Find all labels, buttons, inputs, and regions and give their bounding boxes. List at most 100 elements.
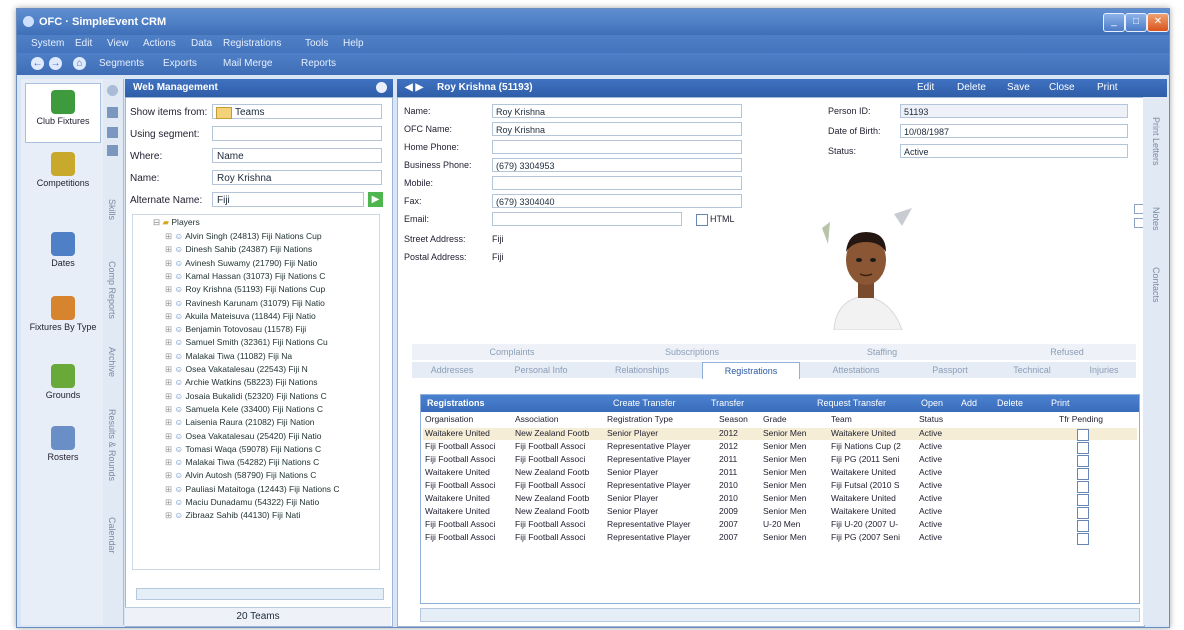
home-icon[interactable]: ⌂ [73,57,86,70]
tab-technical[interactable]: Technical [992,362,1072,378]
list-icon[interactable] [107,127,118,138]
nav-competitions[interactable]: Competitions [25,145,101,205]
close-button[interactable]: ✕ [1147,13,1169,32]
transfer-pending-checkbox[interactable] [1077,455,1089,467]
tree-item[interactable]: ⊞ ☺ Pauliasi Mataitoga (12443) Fiji Nati… [165,484,340,497]
tree-item[interactable]: ⊞ ☺ Malakai Tiwa (11082) Fiji Na [165,351,292,364]
tab-refused[interactable]: Refused [1012,344,1122,360]
tab-complaints[interactable]: Complaints [452,344,572,360]
tree-item[interactable]: ⊞ ☺ Alvin Singh (24813) Fiji Nations Cup [165,231,322,244]
tree-item[interactable]: ⊞ ☺ Kamal Hassan (31073) Fiji Nations C [165,271,325,284]
mobile-field[interactable] [492,176,742,190]
tab-skills[interactable]: Skills [107,199,117,220]
menu-registrations[interactable]: Registrations [223,38,281,49]
show-items-select[interactable]: Teams [212,104,382,119]
tab-calendar[interactable]: Calendar [107,517,117,554]
status-select[interactable]: Active [900,144,1128,158]
transfer-pending-checkbox[interactable] [1077,507,1089,519]
tab-archive[interactable]: Archive [107,347,117,377]
tree-root[interactable]: ⊟ ▰ Players [153,217,200,230]
tab-comp-reports[interactable]: Comp Reports [107,261,117,319]
where-select[interactable]: Name [212,148,382,163]
menu-data[interactable]: Data [191,38,212,49]
fax-field[interactable]: (679) 3304040 [492,194,742,208]
tab-contacts[interactable]: Contacts [1151,267,1161,303]
tree-item[interactable]: ⊞ ☺ Akuila Mateisuva (11844) Fiji Natio [165,311,316,324]
request-transfer-button[interactable]: Request Transfer [817,398,886,408]
ofc-name-field[interactable]: Roy Krishna [492,122,742,136]
transfer-pending-checkbox[interactable] [1077,429,1089,441]
tree-item[interactable]: ⊞ ☺ Avinesh Suwamy (21790) Fiji Natio [165,258,317,271]
tree-item[interactable]: ⊞ ☺ Malakai Tiwa (54282) Fiji Nations C [165,457,319,470]
tab-results-rounds[interactable]: Results & Rounds [107,409,117,481]
column-header[interactable]: Association [515,414,605,427]
close-person-button[interactable]: Close [1049,82,1075,93]
delete-button[interactable]: Delete [957,82,986,93]
tab-personal-info[interactable]: Personal Info [496,362,586,378]
refresh-icon[interactable] [107,145,118,156]
nav-rosters[interactable]: Rosters [25,419,101,479]
menu-view[interactable]: View [107,38,129,49]
nav-dates[interactable]: Dates [25,225,101,285]
tree-horizontal-scrollbar[interactable] [136,588,384,600]
tab-passport[interactable]: Passport [910,362,990,378]
tree-item[interactable]: ⊞ ☺ Samuel Smith (32361) Fiji Nations Cu [165,337,328,350]
transfer-pending-checkbox[interactable] [1077,468,1089,480]
transfer-pending-checkbox[interactable] [1077,494,1089,506]
tree-item[interactable]: ⊞ ☺ Ravinesh Karunam (31079) Fiji Natio [165,298,325,311]
tab-staffing[interactable]: Staffing [822,344,942,360]
tab-injuries[interactable]: Injuries [1072,362,1136,378]
save-button[interactable]: Save [1007,82,1030,93]
nav-club-fixtures[interactable]: Club Fixtures [25,83,101,143]
transfer-pending-checkbox[interactable] [1077,533,1089,545]
tree-item[interactable]: ⊞ ☺ Josaia Bukalidi (52320) Fiji Nations… [165,391,327,404]
segments-button[interactable]: Segments [99,58,144,69]
name-field[interactable]: Roy Krishna [492,104,742,118]
menu-help[interactable]: Help [343,38,364,49]
home-phone-field[interactable] [492,140,742,154]
alternate-name-input[interactable]: Fiji [212,192,364,207]
exports-button[interactable]: Exports [163,58,197,69]
transfer-pending-checkbox[interactable] [1077,481,1089,493]
print-button[interactable]: Print [1097,82,1118,93]
tree-item[interactable]: ⊞ ☺ Roy Krishna (51193) Fiji Nations Cup [165,284,325,297]
transfer-pending-checkbox[interactable] [1077,520,1089,532]
tree-item[interactable]: ⊞ ☺ Maciu Dunadamu (54322) Fiji Natio [165,497,319,510]
email-field[interactable] [492,212,682,226]
minimize-button[interactable]: _ [1103,13,1125,32]
mail-merge-button[interactable]: Mail Merge [223,58,272,69]
tab-attestations[interactable]: Attestations [808,362,904,378]
dob-field[interactable]: 10/08/1987 [900,124,1128,138]
tree-item[interactable]: ⊞ ☺ Osea Vakatalesau (25420) Fiji Natio [165,431,321,444]
tree-item[interactable]: ⊞ ☺ Dinesh Sahib (24387) Fiji Nations [165,244,312,257]
column-header[interactable]: Season [719,414,761,427]
tree-item[interactable]: ⊞ ☺ Osea Vakatalesau (22543) Fiji N [165,364,308,377]
tree-item[interactable]: ⊞ ☺ Zibraaz Sahib (44130) Fiji Nati [165,510,300,523]
add-button[interactable]: Add [961,398,977,408]
tree-item[interactable]: ⊞ ☺ Alvin Autosh (58790) Fiji Nations C [165,470,316,483]
collapse-icon[interactable] [107,85,118,96]
back-icon[interactable]: ← [31,57,44,70]
column-header[interactable]: Tfr Pending [1031,414,1131,427]
tab-registrations[interactable]: Registrations [702,362,800,379]
tree-item[interactable]: ⊞ ☺ Tomasi Waqa (59078) Fiji Nations C [165,444,321,457]
business-phone-field[interactable]: (679) 3304953 [492,158,742,172]
tab-addresses[interactable]: Addresses [412,362,492,378]
column-header[interactable]: Team [831,414,917,427]
tab-print-letters[interactable]: Print Letters [1151,117,1161,166]
tree-item[interactable]: ⊞ ☺ Laisenia Raura (21082) Fiji Nation [165,417,315,430]
menu-tools[interactable]: Tools [305,38,328,49]
menu-system[interactable]: System [31,38,64,49]
tree-item[interactable]: ⊞ ☺ Samuela Kele (33400) Fiji Nations C [165,404,323,417]
column-header[interactable]: Grade [763,414,829,427]
menu-actions[interactable]: Actions [143,38,176,49]
reports-button[interactable]: Reports [301,58,336,69]
tab-relationships[interactable]: Relationships [592,362,692,378]
grid-horizontal-scrollbar[interactable] [420,608,1140,622]
nav-grounds[interactable]: Grounds [25,357,101,417]
open-button[interactable]: Open [921,398,943,408]
back-icon[interactable]: ◀ ▶ [405,82,423,93]
column-header[interactable]: Registration Type [607,414,717,427]
go-button[interactable]: ▶ [368,192,383,207]
tree-item[interactable]: ⊞ ☺ Archie Watkins (58223) Fiji Nations [165,377,318,390]
